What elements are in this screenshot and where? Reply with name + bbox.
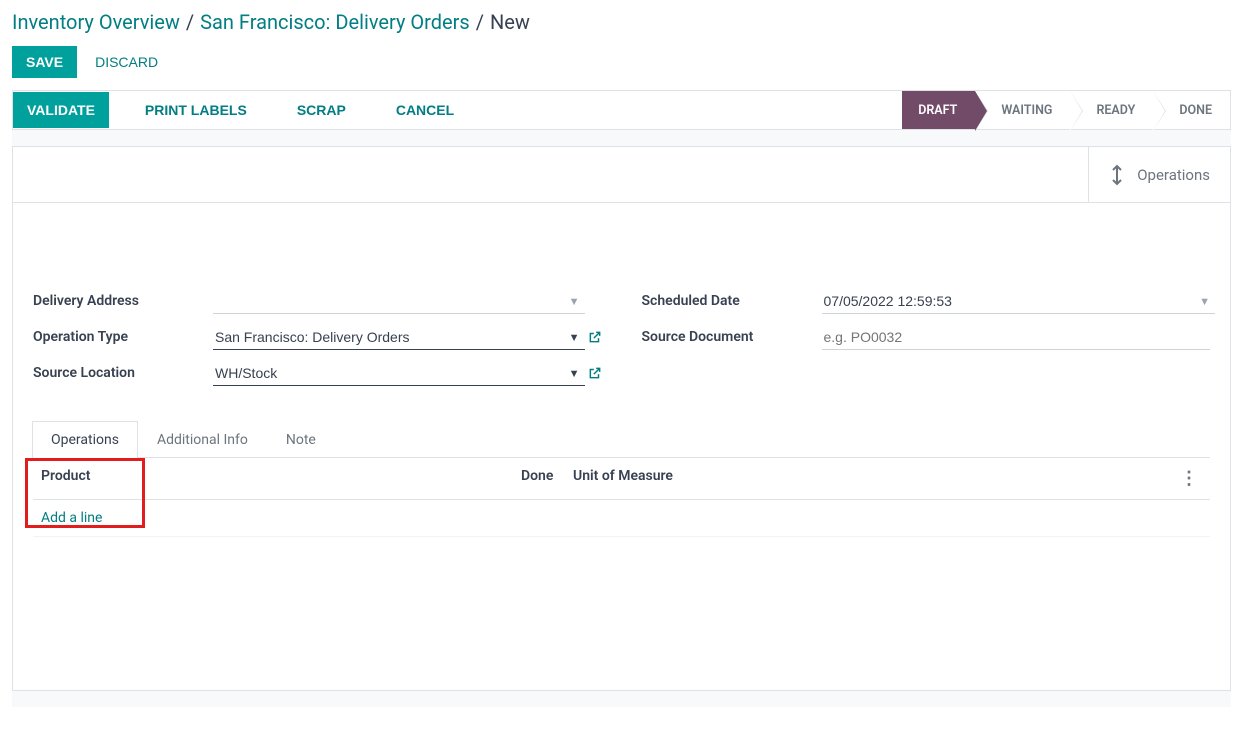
status-pipeline: DRAFT WAITING READY DONE xyxy=(902,91,1230,129)
print-labels-button[interactable]: PRINT LABELS xyxy=(131,92,261,128)
external-link-icon[interactable] xyxy=(588,330,602,344)
tab-operations[interactable]: Operations xyxy=(32,421,138,458)
add-a-line[interactable]: Add a line xyxy=(33,500,1210,537)
breadcrumb-sep: / xyxy=(476,10,484,34)
breadcrumb-middle[interactable]: San Francisco: Delivery Orders xyxy=(200,10,470,34)
cancel-button[interactable]: CANCEL xyxy=(382,92,468,128)
breadcrumb-current: New xyxy=(490,10,530,34)
form-sheet: Operations Delivery Address ▼ xyxy=(12,146,1231,691)
label-source-document: Source Document xyxy=(642,329,822,345)
tab-note[interactable]: Note xyxy=(267,421,335,458)
label-source-location: Source Location xyxy=(33,365,213,381)
updown-arrow-icon xyxy=(1109,164,1125,186)
save-button[interactable]: SAVE xyxy=(12,46,77,78)
discard-button[interactable]: DISCARD xyxy=(95,46,158,78)
col-uom: Unit of Measure xyxy=(573,468,1176,489)
source-document-field[interactable] xyxy=(822,325,1211,350)
external-link-icon[interactable] xyxy=(588,366,602,380)
scheduled-date-field[interactable] xyxy=(822,289,1216,314)
col-done: Done xyxy=(521,468,573,489)
operation-type-field[interactable] xyxy=(213,325,585,350)
operations-grid-body: Add a line xyxy=(33,500,1210,670)
tab-additional-info[interactable]: Additional Info xyxy=(138,421,267,458)
delivery-address-field[interactable] xyxy=(213,289,585,314)
operations-stat-button[interactable]: Operations xyxy=(1088,147,1230,202)
breadcrumb: Inventory Overview / San Francisco: Deli… xyxy=(12,0,1231,40)
tabbar: Operations Additional Info Note xyxy=(32,421,1210,458)
breadcrumb-root[interactable]: Inventory Overview xyxy=(12,10,180,34)
label-operation-type: Operation Type xyxy=(33,329,213,345)
breadcrumb-sep: / xyxy=(186,10,194,34)
label-delivery-address: Delivery Address xyxy=(33,293,213,309)
status-waiting[interactable]: WAITING xyxy=(975,91,1070,129)
label-scheduled-date: Scheduled Date xyxy=(642,293,822,309)
col-product: Product xyxy=(41,468,521,489)
operations-stat-label: Operations xyxy=(1137,166,1210,184)
scrap-button[interactable]: SCRAP xyxy=(283,92,360,128)
validate-button[interactable]: VALIDATE xyxy=(13,92,109,128)
kebab-menu-icon[interactable]: ⋮ xyxy=(1176,468,1202,489)
source-location-field[interactable] xyxy=(213,361,585,386)
status-draft[interactable]: DRAFT xyxy=(902,91,975,129)
